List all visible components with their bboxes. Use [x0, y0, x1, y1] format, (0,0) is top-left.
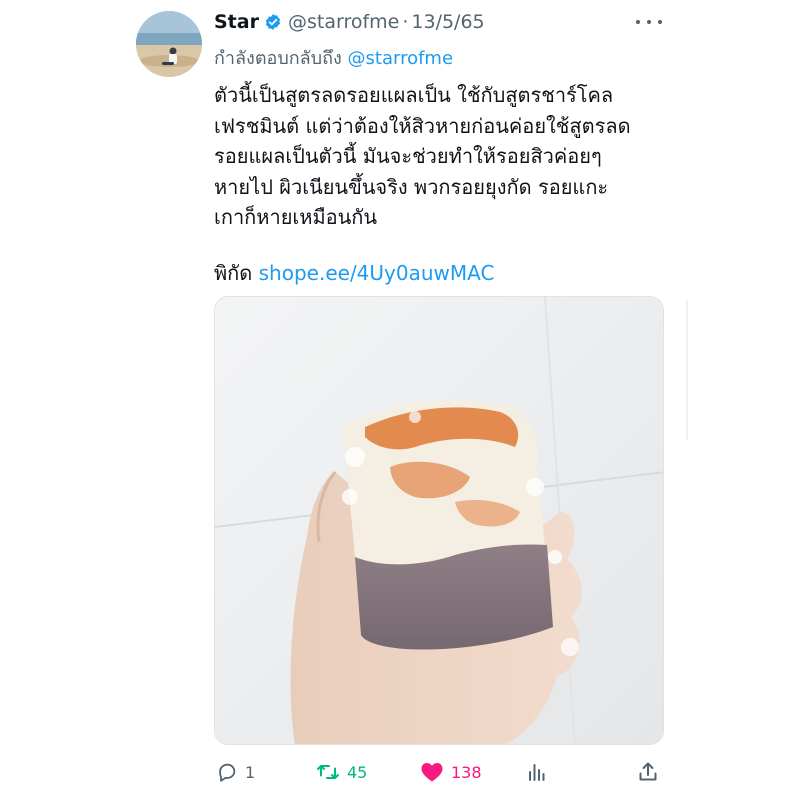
tweet-date[interactable]: 13/5/65	[411, 11, 484, 33]
location-line: พิกัด shope.ee/4Uy0auwMAC	[214, 257, 494, 289]
tweet-text-line: เกาก็หายเหมือนกัน	[214, 205, 378, 229]
author-handle[interactable]: @starrofme	[288, 11, 399, 33]
tweet-photo[interactable]	[214, 296, 664, 745]
separator-dot: ·	[402, 11, 409, 33]
tweet-text-line: เฟรชมินต์ แต่ว่าต้องให้สิวหายก่อนค่อยใช้…	[214, 113, 631, 138]
scroll-indicator	[686, 300, 688, 440]
reply-button[interactable]: 1	[216, 757, 255, 787]
share-button[interactable]	[637, 757, 659, 787]
retweet-icon	[317, 765, 339, 779]
view-stats-button[interactable]	[526, 757, 548, 787]
like-count: 138	[451, 762, 482, 782]
tweet-text-line: ตัวนี้เป็นสูตรลดรอยแผลเป็น ใช้กับสูตรชาร…	[214, 83, 614, 107]
author-name[interactable]: Star	[214, 11, 259, 33]
tweet: Star @starrofme · 13/5/65 กำลังตอบกลับถึ…	[0, 0, 800, 800]
replying-to: กำลังตอบกลับถึง @starrofme	[214, 43, 453, 72]
heart-icon	[421, 763, 443, 782]
tweet-text-line: หายไป ผิวเนียนขึ้นจริง พวกรอยยุงกัด รอยแ…	[214, 174, 609, 199]
avatar-image	[136, 11, 202, 77]
retweet-button[interactable]: 45	[316, 757, 367, 787]
action-bar: 1 45 138	[214, 757, 664, 787]
like-button[interactable]: 138	[420, 757, 482, 787]
more-options-icon[interactable]	[636, 12, 662, 32]
share-icon	[639, 762, 657, 781]
shop-link[interactable]: shope.ee/4Uy0auwMAC	[259, 261, 495, 285]
tweet-header: Star @starrofme · 13/5/65	[214, 8, 485, 36]
soap-photo-image	[215, 297, 663, 744]
retweet-count: 45	[347, 762, 368, 782]
reply-count: 1	[245, 762, 256, 782]
stats-icon	[529, 764, 545, 781]
verified-badge-icon	[264, 13, 282, 31]
replying-prefix: กำลังตอบกลับถึง	[214, 48, 342, 69]
location-label: พิกัด	[214, 261, 253, 285]
tweet-text: ตัวนี้เป็นสูตรลดรอยแผลเป็น ใช้กับสูตรชาร…	[214, 80, 664, 233]
reply-icon	[219, 763, 236, 782]
tweet-text-line: รอยแผลเป็นตัวนี้ มันจะช่วยทำให้รอยสิวค่อ…	[214, 144, 602, 168]
avatar[interactable]	[136, 11, 202, 77]
replying-mention-link[interactable]: @starrofme	[348, 48, 454, 69]
